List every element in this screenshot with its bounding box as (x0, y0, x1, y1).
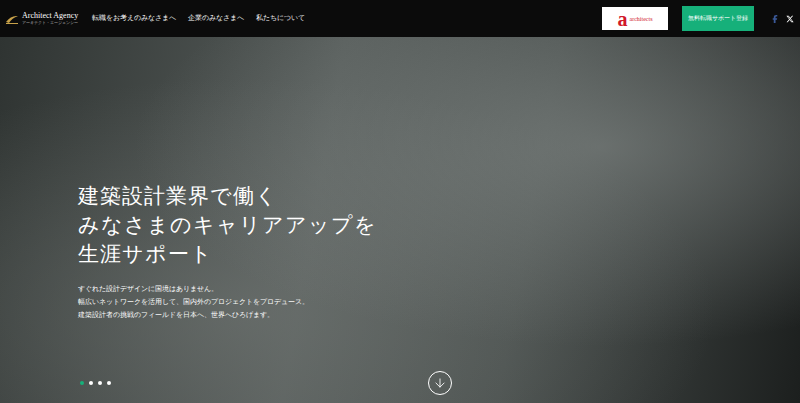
page: Architect Agencyアーキテクト・エージェンシー 転職をお考えのみなさ… (0, 0, 800, 403)
heading-line: みなさまのキャリアアップを (78, 211, 800, 240)
arrow-down-icon (433, 376, 447, 390)
brand-text: Architect Agencyアーキテクト・エージェンシー (22, 11, 78, 26)
hero-bottom (0, 371, 800, 395)
brand-logo[interactable]: Architect Agencyアーキテクト・エージェンシー (5, 11, 78, 26)
hero: 建築設計業界で働くみなさまのキャリアアップを生涯サポートすぐれた設計デザインに国… (0, 37, 800, 403)
x-icon[interactable] (786, 15, 794, 23)
carousel-dots (80, 381, 428, 385)
heading-line: 生涯サポート (78, 240, 800, 269)
partner-name: architects (630, 16, 653, 22)
nav-item[interactable]: 企業のみなさまへ (188, 14, 244, 23)
partner-mark: a (618, 9, 628, 29)
carousel-dot[interactable] (98, 381, 102, 385)
lead-line: 建築設計者の挑戦のフィールドを日本へ、世界へひろげます。 (78, 309, 800, 322)
nav-item[interactable]: 私たちについて (256, 14, 305, 23)
scroll-down-button[interactable] (428, 371, 452, 395)
social-links (768, 15, 794, 23)
hero-heading: 建築設計業界で働くみなさまのキャリアアップを生涯サポート (78, 182, 800, 269)
lead-line: すぐれた設計デザインに国境はありません。 (78, 283, 800, 296)
brand-sub: アーキテクト・エージェンシー (22, 20, 78, 26)
main-nav: 転職をお考えのみなさまへ 企業のみなさまへ 私たちについて (92, 14, 588, 23)
signup-button[interactable]: 無料転職サポート登録 (682, 6, 754, 31)
facebook-icon[interactable] (771, 15, 779, 23)
brand-mark-icon (5, 13, 19, 25)
heading-line: 建築設計業界で働く (78, 182, 800, 211)
hero-lead: すぐれた設計デザインに国境はありません。幅広いネットワークを活用して、国内外のプ… (78, 283, 800, 322)
lead-line: 幅広いネットワークを活用して、国内外のプロジェクトをプロデュース。 (78, 296, 800, 309)
partner-logo[interactable]: aarchitects (602, 7, 668, 30)
carousel-dot[interactable] (107, 381, 111, 385)
nav-item[interactable]: 転職をお考えのみなさまへ (92, 14, 176, 23)
carousel-dot[interactable] (89, 381, 93, 385)
brand-name: Architect Agency (22, 11, 78, 20)
header: Architect Agencyアーキテクト・エージェンシー 転職をお考えのみなさ… (0, 0, 800, 37)
carousel-dot[interactable] (80, 381, 84, 385)
